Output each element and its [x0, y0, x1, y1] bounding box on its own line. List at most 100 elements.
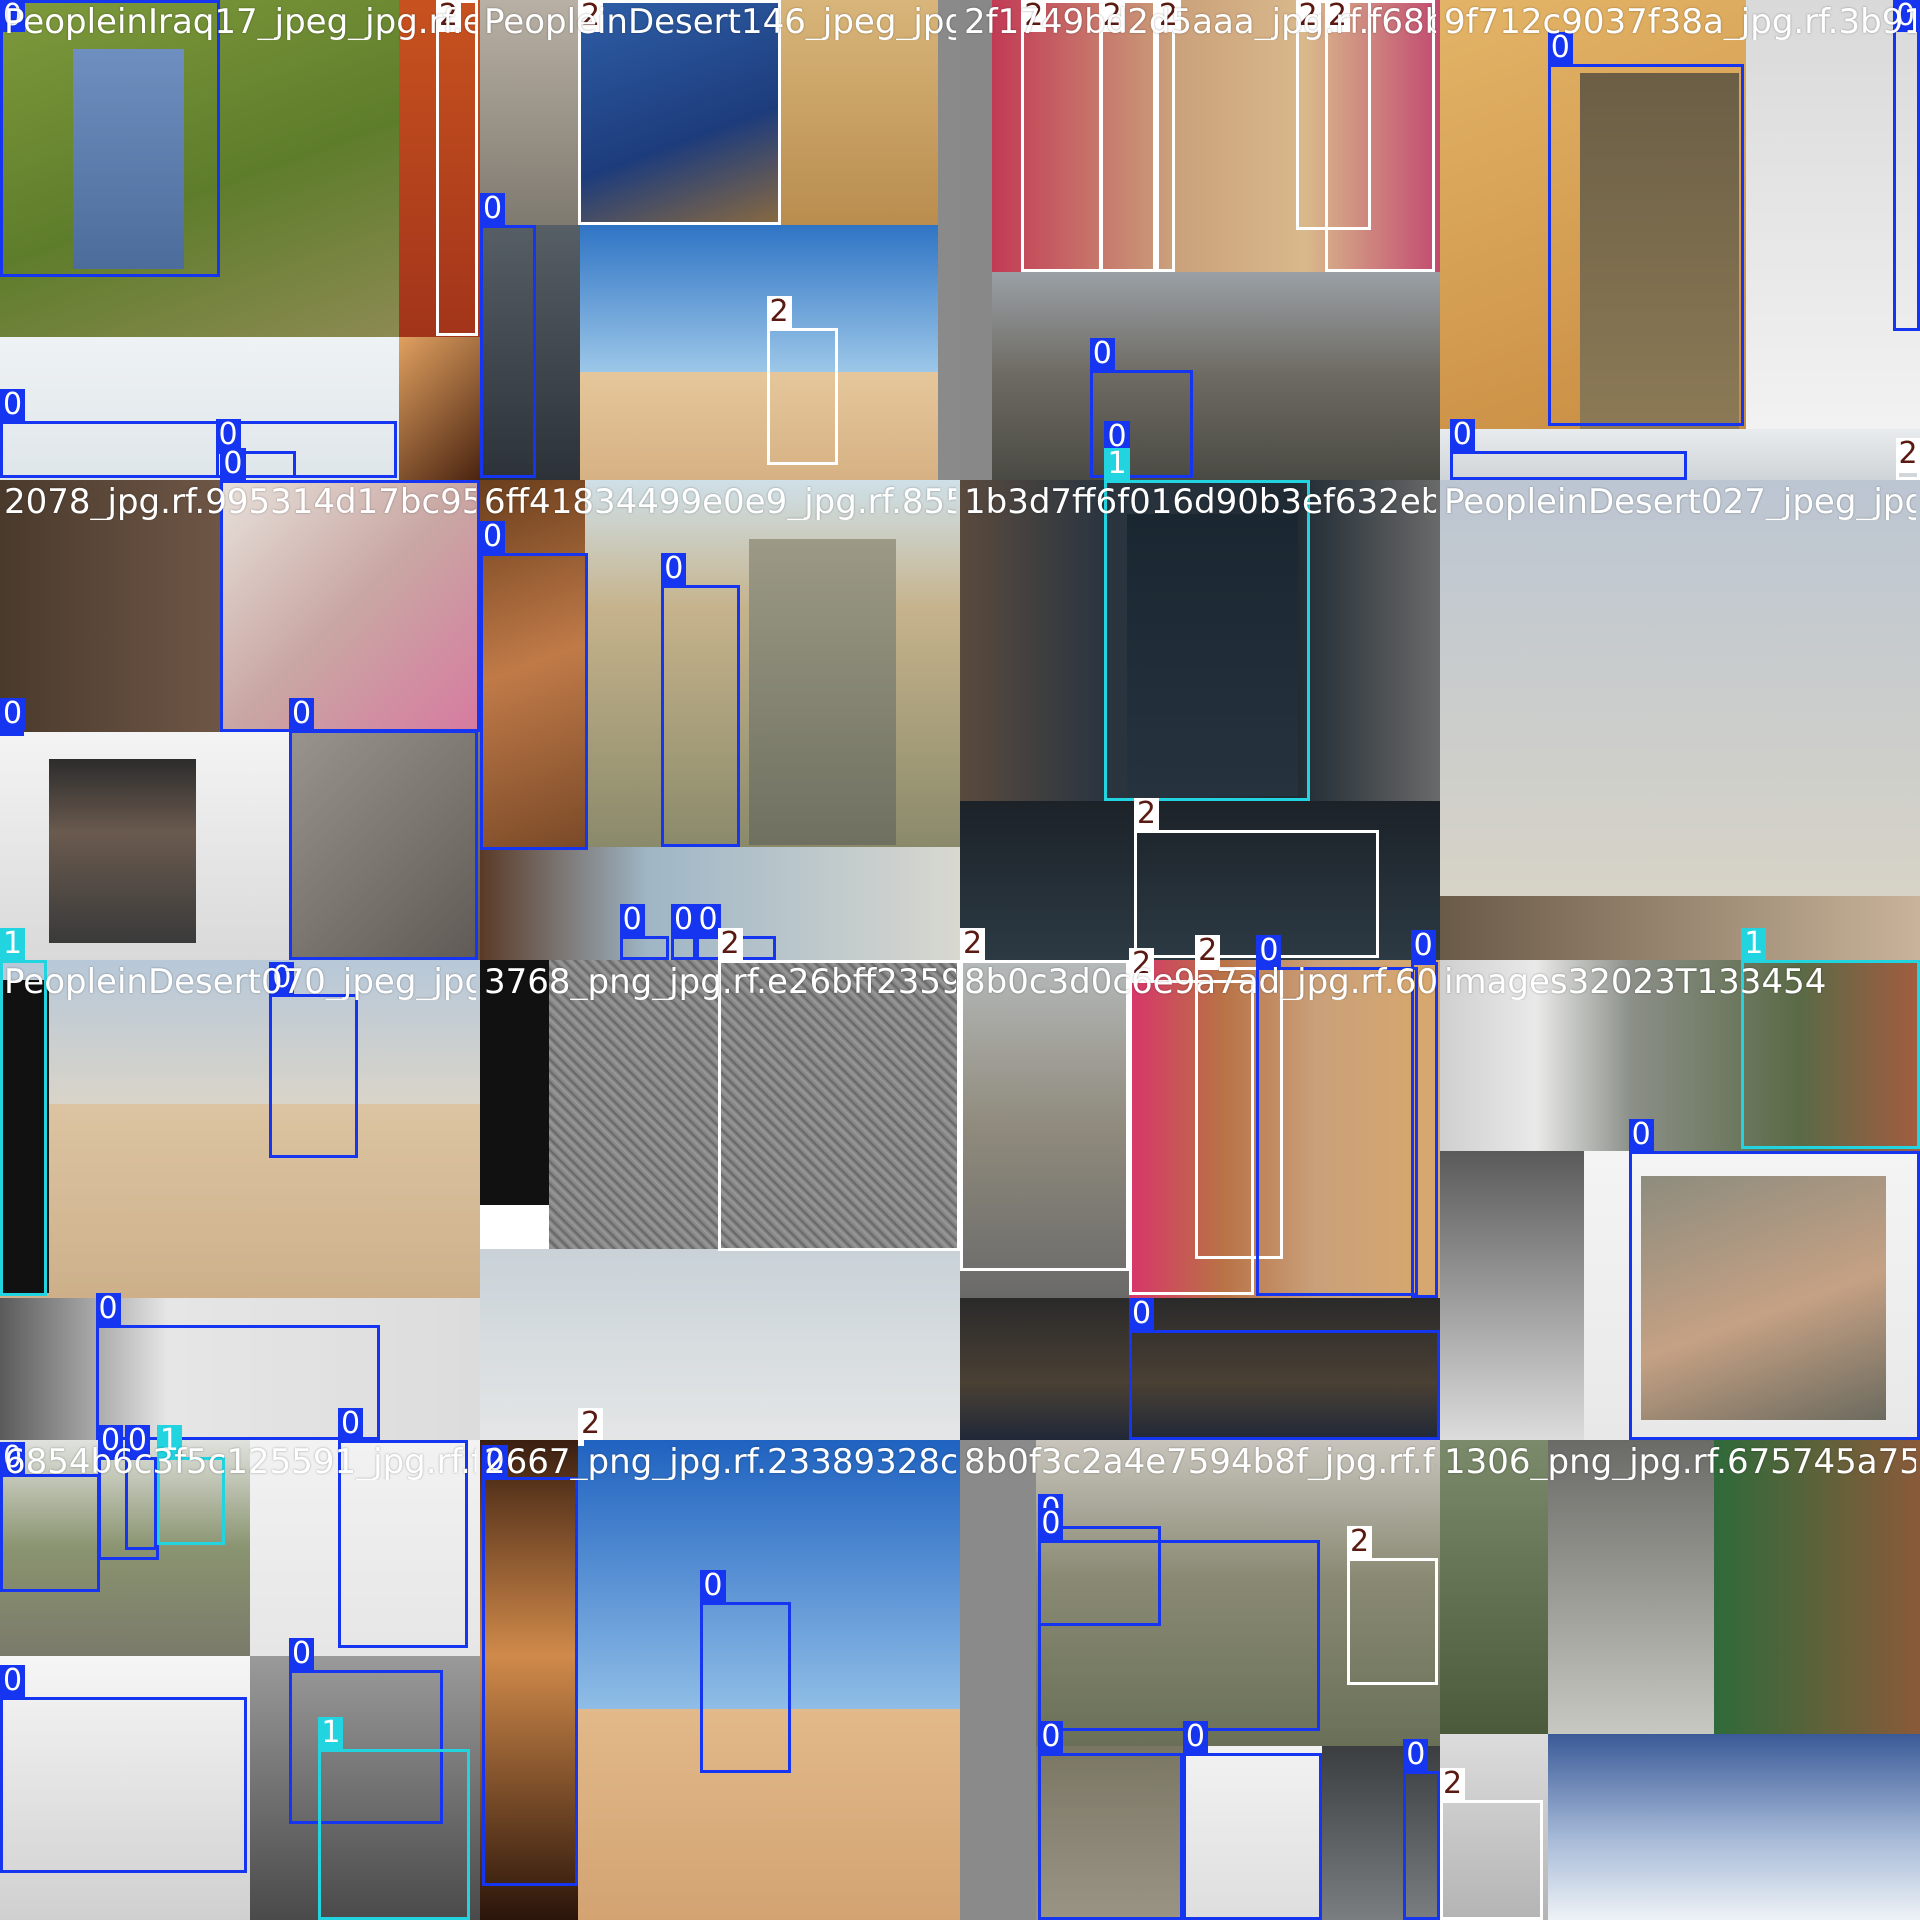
tile-filename: 3768_png_jpg.rf.e26bff2359: [484, 964, 956, 1000]
detection-box: [1324, 0, 1436, 272]
detection-box: [1628, 1151, 1920, 1440]
tile-filename: 2667_png_jpg.rf.23389328c0: [484, 1444, 956, 1480]
detection-class-label: 0: [220, 448, 246, 480]
detection-box: [1895, 470, 1920, 480]
detection-class-label: 2: [1895, 438, 1920, 471]
detection-box: [766, 328, 838, 466]
tile-filename: 2078_jpg.rf.995314d17bc95ab6f8ff: [4, 484, 476, 520]
photo-region: [1714, 1440, 1920, 1734]
photo-region: [1440, 1440, 1548, 1734]
photo-region: [1547, 1733, 1920, 1920]
tile-filename: PeopleinDesert070_jpeg_jpg: [4, 964, 476, 1000]
detection-class-label: 2: [766, 296, 792, 329]
detection-class-label: 2: [960, 928, 986, 960]
tile-filename: 6ff41834499e0e9_jpg.rf.85550390: [484, 484, 956, 520]
detection-class-label: 0: [1182, 1721, 1208, 1754]
detection-box: [1547, 63, 1744, 427]
detection-box: [1128, 1329, 1440, 1440]
mosaic-grid: 0200202222220000020000000012100222200010…: [0, 0, 1920, 1920]
detection-class-label: 2: [577, 1408, 604, 1440]
detection-box: [1410, 962, 1438, 1298]
detection-class-label: 1: [318, 1716, 344, 1749]
tile-filename: 1306_png_jpg.rf.675745a752: [1444, 1444, 1916, 1480]
photo-region: [0, 1104, 480, 1298]
detection-box: [435, 0, 478, 336]
detection-box: [480, 553, 588, 850]
detection-box: [1021, 0, 1103, 272]
tile-filename: 8b0f3c2a4e7594b8f_jpg.rf.f8d: [964, 1444, 1436, 1480]
detection-class-label: 0: [0, 389, 26, 422]
detection-box: [1038, 1540, 1320, 1732]
detection-box: [269, 994, 358, 1159]
detection-class-label: 0: [1628, 1119, 1654, 1152]
detection-class-label: 0: [480, 193, 506, 226]
detection-class-label: 2: [1195, 935, 1221, 968]
detection-box: [318, 1748, 471, 1920]
tile-filename: 1b3d7ff6f016d90b3ef632ebc47e6e6: [964, 484, 1436, 520]
tile-filename: 2f1749bd2d5aaa_jpg.rf.f68b05132fc: [964, 4, 1436, 40]
tile-filename: PeopleinIraq17_jpeg_jpg.rf.e88c7b: [4, 4, 476, 40]
detection-box: [1440, 1800, 1543, 1920]
detection-class-label: 0: [480, 521, 506, 554]
detection-box: [1104, 480, 1311, 801]
detection-class-label: 0: [671, 903, 697, 936]
detection-class-label: 0: [337, 1408, 364, 1440]
detection-class-label: 0: [1038, 1508, 1064, 1541]
photo-region: [1440, 480, 1920, 897]
detection-class-label: 2: [1440, 1768, 1466, 1800]
tile-filename: 8b0c3d0c6e9a7ad_jpg.rf.60d85: [964, 964, 1436, 1000]
photo-region: [480, 1248, 960, 1440]
detection-box: [1893, 0, 1920, 331]
photo-region: [937, 0, 960, 480]
detection-box: [0, 960, 47, 1296]
photo-region: [580, 225, 938, 373]
detection-class-label: 0: [0, 1665, 26, 1698]
detection-class-label: 0: [0, 697, 26, 730]
photo-region: [991, 271, 1440, 480]
detection-class-label: 0: [288, 697, 315, 730]
detection-box: [482, 1476, 578, 1886]
detection-class-label: 0: [288, 1638, 315, 1671]
tile-filename: PeopleinDesert027_jpeg_jpg: [1444, 484, 1916, 520]
detection-box: [1403, 1770, 1440, 1920]
detection-box: [480, 225, 537, 478]
detection-class-label: 2: [1133, 798, 1159, 831]
detection-class-label: 1: [1104, 448, 1130, 480]
detection-class-label: 0: [95, 1292, 121, 1325]
detection-class-label: 1: [0, 928, 26, 960]
detection-class-label: 0: [700, 1569, 726, 1602]
detection-class-label: 2: [717, 928, 743, 960]
detection-class-label: 0: [1128, 1297, 1155, 1330]
photo-region: [580, 372, 938, 480]
photo-region: [480, 1204, 549, 1249]
detection-class-label: 0: [1403, 1738, 1429, 1771]
photo-region: [960, 0, 992, 480]
detection-box: [1155, 0, 1176, 272]
detection-box: [661, 585, 740, 848]
detection-box: [0, 1474, 101, 1592]
detection-box: [619, 935, 669, 960]
detection-class-label: 0: [1089, 337, 1115, 370]
detection-box: [0, 421, 397, 478]
detection-box: [671, 935, 696, 960]
detection-box: [960, 960, 1129, 1272]
detection-class-label: 0: [1449, 418, 1475, 451]
detection-box: [1038, 1753, 1183, 1920]
photo-region: [1547, 1440, 1715, 1734]
detection-class-label: 0: [1410, 930, 1436, 963]
detection-box: [1182, 1753, 1323, 1920]
tile-filename: images32023T133454: [1444, 964, 1827, 1000]
detection-box: [0, 1697, 248, 1874]
detection-box: [700, 1601, 792, 1774]
detection-box: [1256, 967, 1418, 1296]
photo-region: [48, 759, 196, 943]
detection-class-label: 0: [619, 903, 645, 936]
photo-region: [749, 538, 897, 845]
detection-box: [0, 0, 221, 277]
tile-filename: 6854b6c3f5c125591_jpg.rf.fa: [4, 1444, 476, 1480]
detection-class-label: 1: [1741, 928, 1767, 960]
photo-region: [1440, 1151, 1585, 1440]
detection-class-label: 0: [1038, 1721, 1064, 1754]
detection-box: [288, 729, 478, 960]
detection-class-label: 0: [1256, 935, 1282, 968]
